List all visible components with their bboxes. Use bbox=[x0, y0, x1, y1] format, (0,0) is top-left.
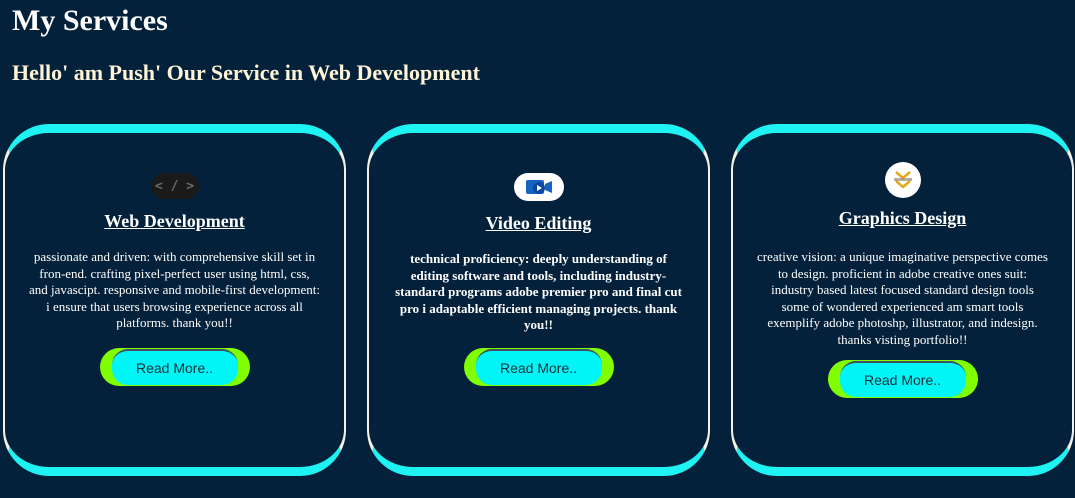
service-description: passionate and driven: with comprehensiv… bbox=[29, 249, 320, 330]
read-more-button[interactable]: Read More.. bbox=[99, 348, 250, 386]
read-more-label: Read More.. bbox=[475, 349, 602, 385]
code-icon: < / > bbox=[150, 173, 199, 199]
service-card-video-editing: Video Editing technical proficiency: dee… bbox=[367, 124, 710, 476]
page-title: My Services bbox=[12, 4, 168, 37]
service-title: Graphics Design bbox=[838, 208, 967, 228]
service-description: technical proficiency: deeply understand… bbox=[395, 251, 682, 332]
video-editing-icon bbox=[513, 173, 564, 201]
read-more-button[interactable]: Read More.. bbox=[463, 348, 614, 386]
graphics-design-logo-icon bbox=[884, 162, 921, 198]
services-page: My Services Hello' am Push' Our Service … bbox=[0, 0, 1075, 498]
read-more-label: Read More.. bbox=[839, 361, 966, 397]
video-play-icon bbox=[525, 180, 552, 194]
read-more-label: Read More.. bbox=[111, 349, 238, 385]
service-card-graphics-design: Graphics Design creative vision: a uniqu… bbox=[731, 124, 1074, 476]
service-card-web-development: < / > Web Development passionate and dri… bbox=[3, 124, 346, 476]
read-more-button[interactable]: Read More.. bbox=[827, 360, 978, 398]
service-description: creative vision: a unique imaginative pe… bbox=[757, 249, 1048, 347]
service-title: Web Development bbox=[104, 211, 245, 231]
page-subtitle: Hello' am Push' Our Service in Web Devel… bbox=[12, 60, 480, 85]
service-title: Video Editing bbox=[485, 213, 592, 233]
design-chevron-logo bbox=[893, 171, 912, 189]
